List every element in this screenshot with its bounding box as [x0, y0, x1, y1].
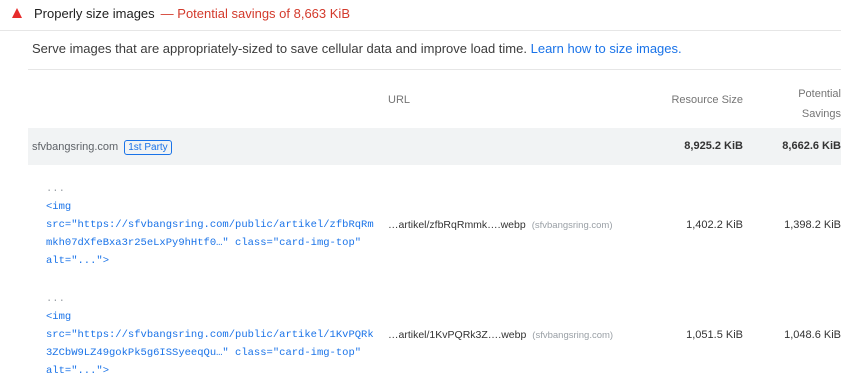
- table-header: URL Resource Size Potential Savings: [28, 70, 841, 127]
- snippet-line: alt="...">: [46, 255, 110, 267]
- snippet-line: <img: [46, 201, 72, 213]
- group-savings: 8,662.6 KiB: [782, 140, 841, 152]
- column-header-savings-line1: Potential: [798, 88, 841, 100]
- audit-header[interactable]: Properly size images — Potential savings …: [0, 0, 841, 26]
- column-header-savings-line2: Savings: [801, 108, 841, 120]
- resource-url-text: …artikel/zfbRqRmmk….webp: [388, 219, 526, 231]
- audit-savings: — Potential savings of 8,663 KiB: [160, 6, 350, 21]
- first-party-badge: 1st Party: [124, 140, 172, 155]
- snippet-line: mkh07dXfeBxa3r25eLxPy9hHtf0…" class="car…: [46, 237, 362, 249]
- table-row: ... <img src="https://sfvbangsring.com/p…: [28, 276, 841, 386]
- resource-url-text: …artikel/1KvPQRk3Z….webp: [388, 329, 527, 341]
- group-domain-text: sfvbangsring.com: [32, 141, 119, 153]
- table-row: ... <img src="https://sfvbangsring.com/p…: [28, 166, 841, 276]
- fail-triangle-icon: [12, 8, 22, 18]
- description-text: Serve images that are appropriately-size…: [32, 41, 527, 56]
- snippet-ellipsis: ...: [46, 183, 65, 195]
- resource-origin: (sfvbangsring.com): [532, 330, 614, 341]
- resource-size: 1,051.5 KiB: [686, 329, 743, 341]
- resource-size: 1,402.2 KiB: [686, 219, 743, 231]
- audit-title: Properly size images — Potential savings …: [34, 6, 350, 21]
- node-snippet[interactable]: ... <img src="https://sfvbangsring.com/p…: [46, 180, 374, 270]
- column-header-resource-size: Resource Size: [671, 94, 743, 106]
- entity-group-row: sfvbangsring.com 1st Party 8,925.2 KiB 8,…: [28, 128, 841, 165]
- potential-savings: 1,048.6 KiB: [784, 329, 841, 341]
- snippet-line: <img: [46, 311, 72, 323]
- audit-title-text: Properly size images: [34, 6, 155, 21]
- learn-more-link[interactable]: Learn how to size images.: [531, 41, 682, 56]
- resource-url[interactable]: …artikel/1KvPQRk3Z….webp (sfvbangsring.co…: [388, 329, 613, 341]
- divider: [0, 30, 841, 31]
- snippet-line: src="https://sfvbangsring.com/public/art…: [46, 219, 374, 231]
- snippet-line: src="https://sfvbangsring.com/public/art…: [46, 329, 374, 341]
- details-table: URL Resource Size Potential Savings sfvb…: [28, 69, 841, 377]
- resource-url[interactable]: …artikel/zfbRqRmmk….webp (sfvbangsring.co…: [388, 219, 612, 231]
- column-header-url: URL: [388, 94, 411, 106]
- snippet-line: 3ZCbW9LZ49gokPk5g6ISSyeeqQu…" class="car…: [46, 347, 362, 359]
- snippet-line: alt="...">: [46, 365, 110, 377]
- group-resource-size: 8,925.2 KiB: [684, 140, 743, 152]
- column-header-potential-savings: Potential Savings: [798, 84, 841, 124]
- resource-origin: (sfvbangsring.com): [531, 220, 613, 231]
- audit-description: Serve images that are appropriately-size…: [32, 41, 682, 56]
- potential-savings: 1,398.2 KiB: [784, 219, 841, 231]
- snippet-ellipsis: ...: [46, 293, 65, 305]
- group-domain: sfvbangsring.com 1st Party: [32, 140, 172, 155]
